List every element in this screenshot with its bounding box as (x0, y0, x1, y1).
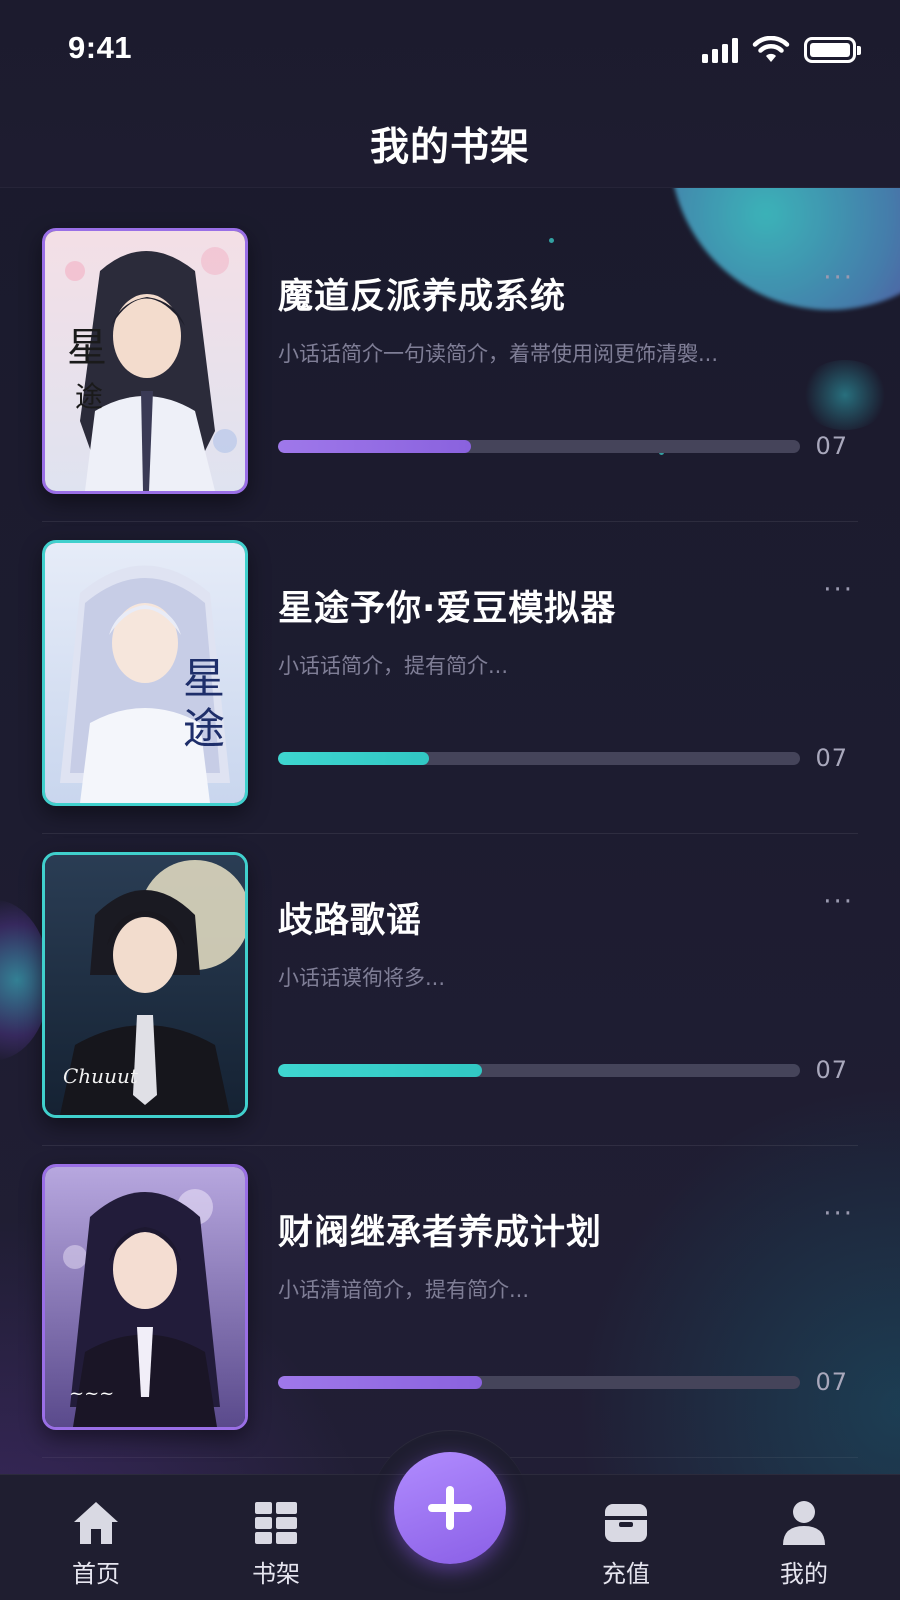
svg-text:星: 星 (67, 325, 107, 371)
book-cover[interactable]: ~~~ (42, 1164, 248, 1430)
signal-icon (702, 37, 738, 63)
user-icon (783, 1501, 825, 1545)
tab-label: 我的 (780, 1560, 828, 1588)
home-icon (74, 1502, 118, 1544)
cover-image-silver-haired-idol: 星 途 (45, 543, 245, 803)
book-title[interactable]: 歧路歌谣 (278, 892, 422, 943)
book-title[interactable]: 财阀继承者养成计划 (278, 1204, 602, 1255)
book-cover[interactable]: 星 途 (42, 228, 248, 494)
page-title: 我的书架 (369, 124, 530, 170)
book-cover[interactable]: 星 途 (42, 540, 248, 806)
book-item[interactable]: 星 途 星途予你·爱豆模拟器 小话话简介，提有简介... ··· 07 (42, 522, 858, 834)
svg-text:途: 途 (183, 704, 225, 753)
tab-label: 充值 (602, 1560, 650, 1588)
page-header: 我的书架 (0, 100, 900, 188)
bookshelf-screen: 9:41 我的书架 星 途 魔道反派养成系统 小话话简介一句读简介，着帯使用阅更… (0, 0, 900, 1600)
book-description: 小话清谙简介，提有简介... (278, 1278, 530, 1302)
tab-label: 首页 (72, 1560, 120, 1588)
reading-progress-fill (278, 1064, 482, 1077)
more-options-icon[interactable]: ··· (823, 265, 854, 291)
more-options-icon[interactable]: ··· (823, 1201, 854, 1227)
more-options-icon[interactable]: ··· (823, 889, 854, 915)
cover-image-white-robed-swordsman: 星 途 (45, 231, 245, 491)
svg-text:Chuuut: Chuuut (63, 1064, 139, 1088)
reading-progress-bar (278, 1376, 800, 1389)
tab-recharge[interactable]: 充值 (566, 1496, 686, 1589)
reading-progress-bar (278, 1064, 800, 1077)
svg-text:~~~: ~~~ (69, 1383, 114, 1404)
bookshelf-grid-icon (255, 1502, 297, 1544)
book-description: 小话话简介一句读简介，着帯使用阅更饰清褜... (278, 342, 719, 366)
reading-progress-bar (278, 752, 800, 765)
reading-progress-value: 07 (815, 744, 848, 772)
book-list: 星 途 魔道反派养成系统 小话话简介一句读简介，着帯使用阅更饰清褜... ···… (42, 210, 858, 1458)
reading-progress-fill (278, 1376, 482, 1389)
tab-home[interactable]: 首页 (36, 1496, 156, 1589)
tab-shelf[interactable]: 书架 (216, 1496, 336, 1589)
cover-image-dark-haired-heiress: ~~~ (45, 1167, 245, 1427)
battery-icon (804, 37, 861, 63)
book-title[interactable]: 星途予你·爱豆模拟器 (278, 580, 616, 631)
book-description: 小话话谟徇将多... (278, 966, 446, 990)
reading-progress-value: 07 (815, 432, 848, 460)
reading-progress-fill (278, 752, 430, 765)
book-description: 小话话简介，提有简介... (278, 654, 509, 678)
reading-progress-bar (278, 440, 800, 453)
book-cover[interactable]: Chuuut (42, 852, 248, 1118)
add-book-button[interactable] (394, 1452, 506, 1564)
svg-text:途: 途 (75, 380, 103, 413)
book-item[interactable]: 星 途 魔道反派养成系统 小话话简介一句读简介，着帯使用阅更饰清褜... ···… (42, 210, 858, 522)
book-item[interactable]: Chuuut 歧路歌谣 小话话谟徇将多... ··· 07 (42, 834, 858, 1146)
reading-progress-value: 07 (815, 1368, 848, 1396)
status-icons (702, 36, 861, 64)
wallet-icon (605, 1504, 647, 1542)
status-time: 9:41 (68, 30, 133, 65)
cover-image-suited-man-moonlight: Chuuut (45, 855, 245, 1115)
status-bar: 9:41 (0, 0, 900, 100)
svg-text:星: 星 (183, 654, 225, 703)
more-options-icon[interactable]: ··· (823, 577, 854, 603)
reading-progress-fill (278, 440, 472, 453)
wifi-icon (752, 36, 790, 62)
plus-icon (428, 1486, 472, 1530)
tab-label: 书架 (252, 1560, 300, 1588)
book-item[interactable]: ~~~ 财阀继承者养成计划 小话清谙简介，提有简介... ··· 07 (42, 1146, 858, 1458)
reading-progress-value: 07 (815, 1056, 848, 1084)
tab-mine[interactable]: 我的 (744, 1496, 864, 1589)
book-title[interactable]: 魔道反派养成系统 (278, 268, 566, 319)
